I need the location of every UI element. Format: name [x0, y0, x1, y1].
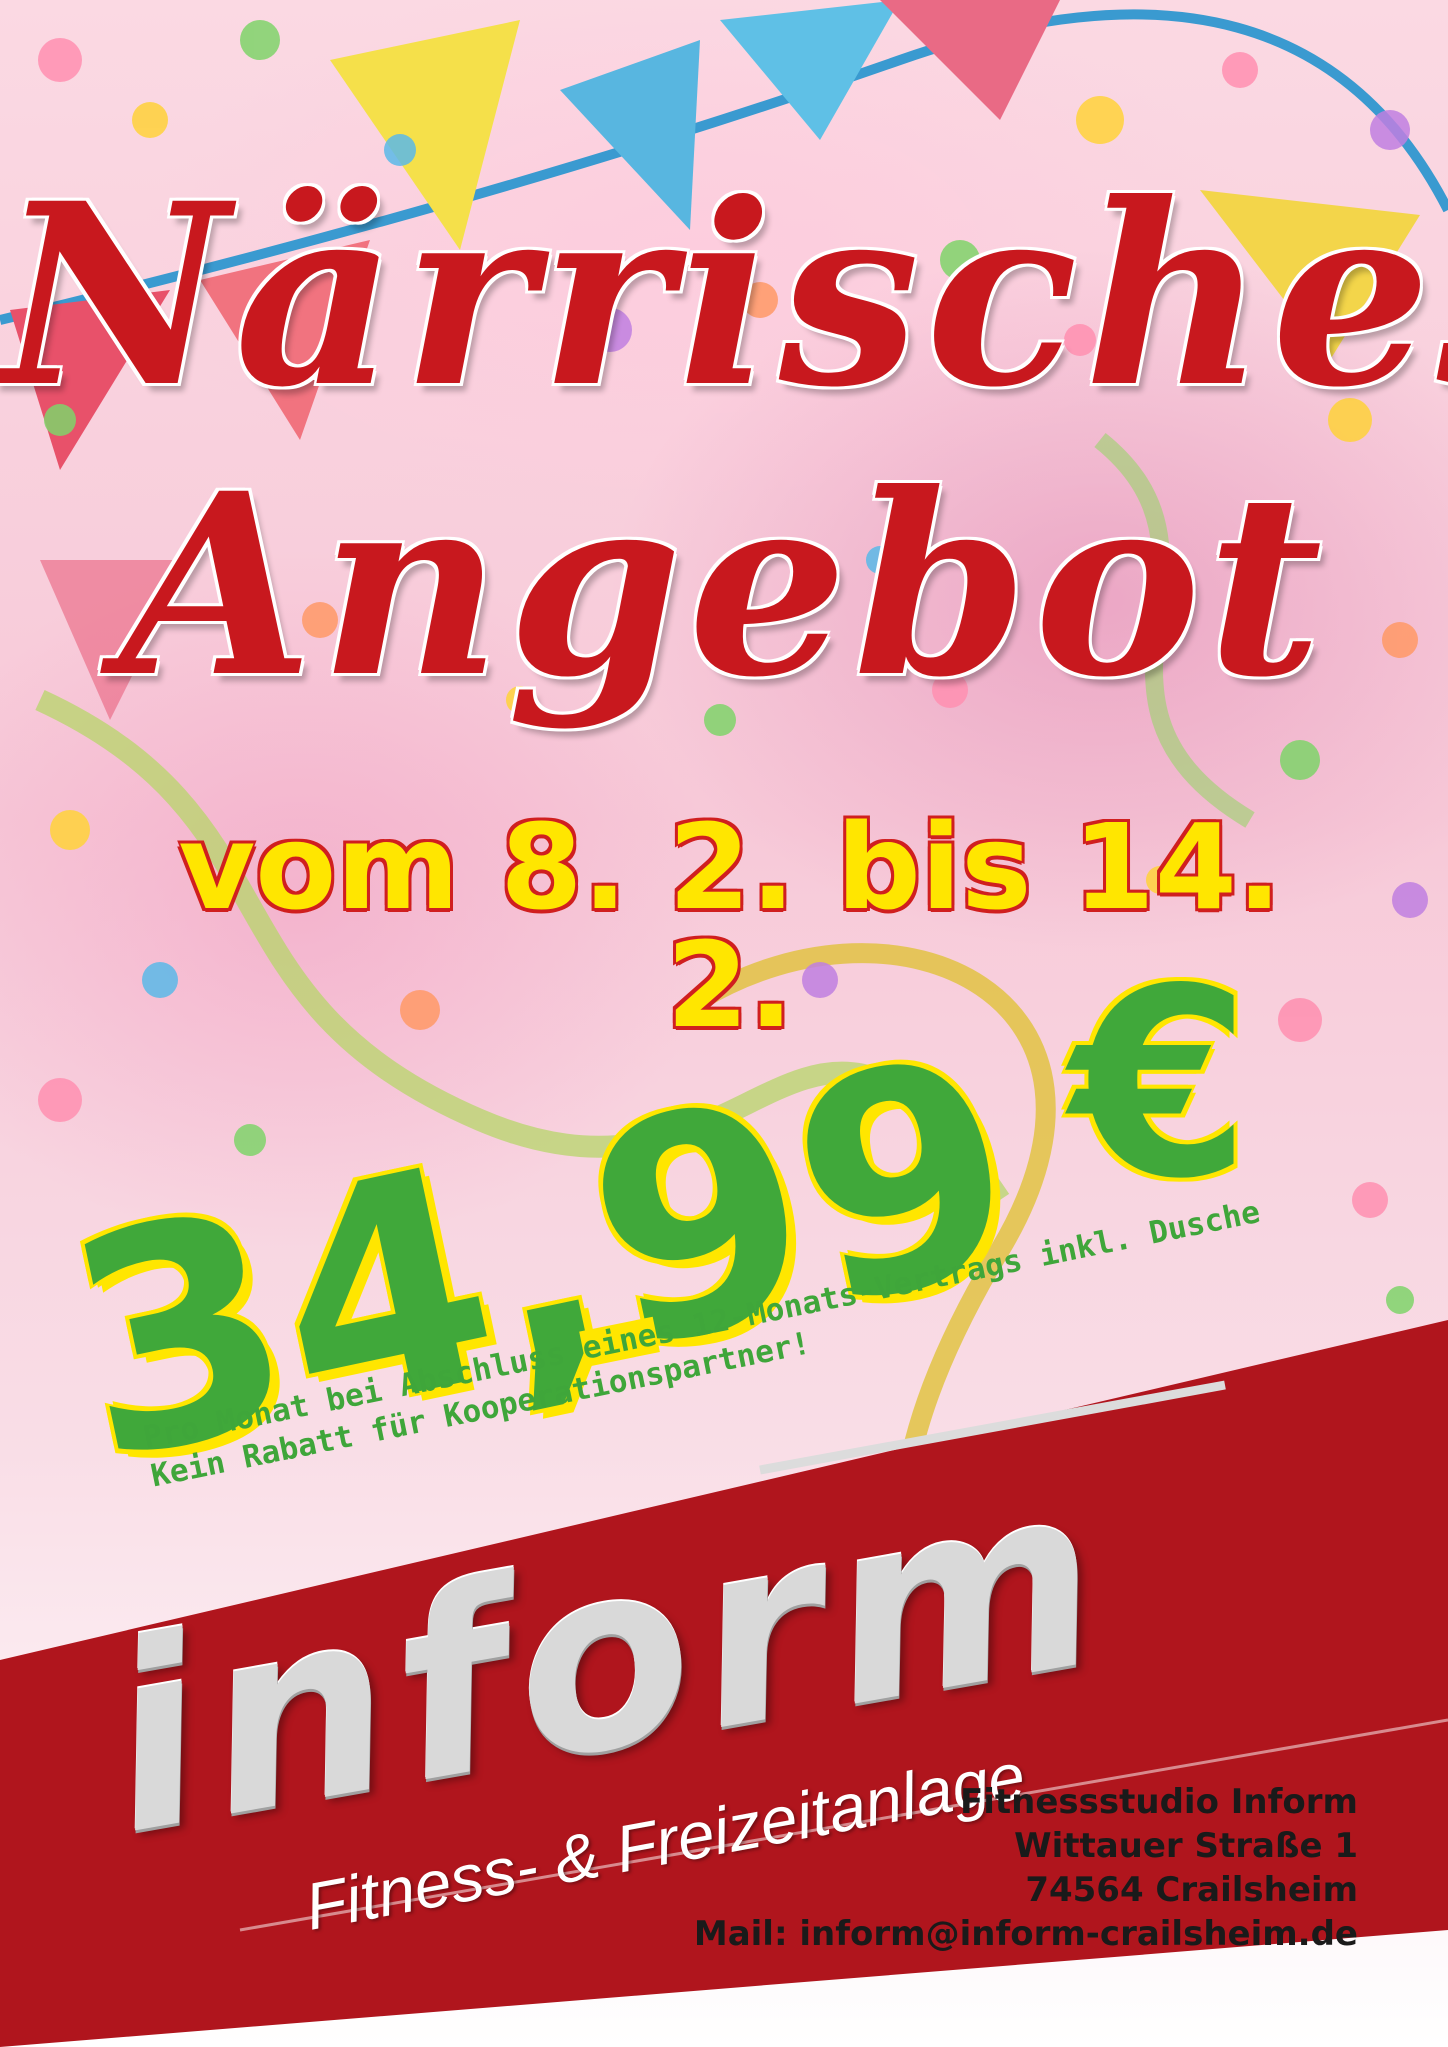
- carnival-poster: Närrisches Angebot vom 8. 2. bis 14. 2. …: [0, 0, 1448, 2047]
- contact-block: Fitnessstudio Inform Wittauer Straße 1 7…: [694, 1780, 1358, 1956]
- title-line-1: Närrisches: [0, 148, 1448, 442]
- email-address: Mail: inform@inform-crailsheim.de: [693, 1914, 1358, 1954]
- title-line-2: Angebot: [119, 438, 1329, 732]
- studio-name: Fitnessstudio Inform: [960, 1782, 1358, 1822]
- currency-symbol: €: [1070, 934, 1251, 1236]
- street-address: Wittauer Straße 1: [1014, 1826, 1358, 1866]
- city-address: 74564 Crailsheim: [1025, 1870, 1358, 1910]
